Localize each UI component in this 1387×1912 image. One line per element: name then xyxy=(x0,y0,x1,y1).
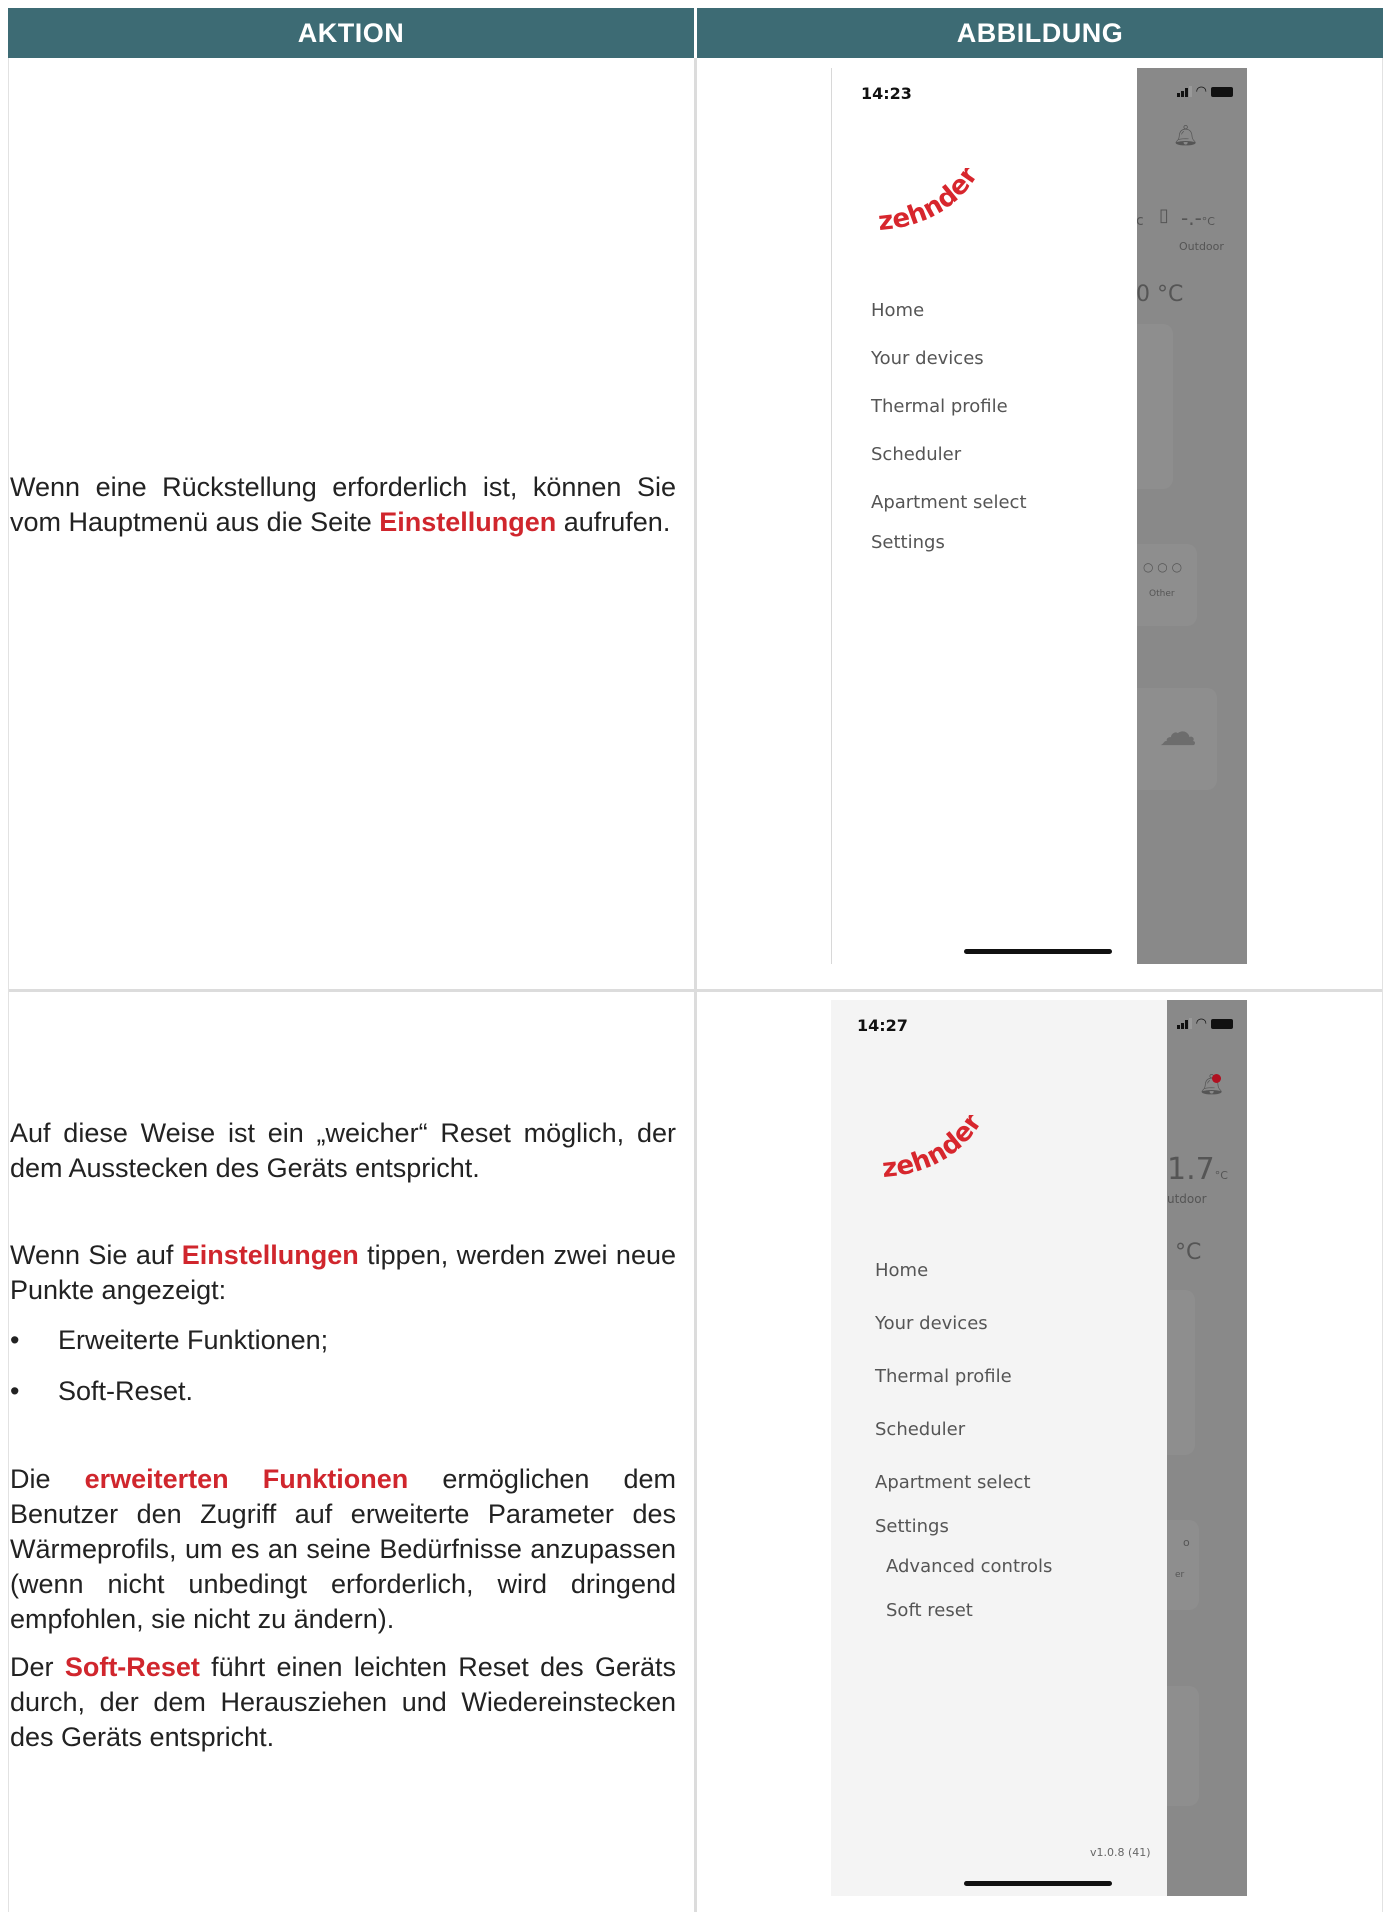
settings-highlight-2: Einstellungen xyxy=(181,1240,359,1270)
menu-item-home[interactable]: Home xyxy=(871,300,924,321)
zehnder-logo: zehnder xyxy=(881,1115,989,1184)
home-indicator[interactable] xyxy=(964,1881,1112,1886)
app-version: v1.0.8 (41) xyxy=(1090,1846,1151,1859)
row1-action-text: Wenn eine Rückstellung erforderlich ist,… xyxy=(10,470,676,540)
bg-dots: ○ ○ ○ xyxy=(1143,560,1183,574)
row1-paragraph: Wenn eine Rückstellung erforderlich ist,… xyxy=(10,472,676,537)
menu-item-your-devices[interactable]: Your devices xyxy=(871,348,984,369)
wifi-icon: ◠ xyxy=(1195,84,1207,99)
status-time: 14:23 xyxy=(861,84,912,103)
thermometer-icon: ▯ xyxy=(1159,205,1169,226)
submenu-item-advanced-controls[interactable]: Advanced controls xyxy=(886,1556,1052,1577)
menu-item-thermal-profile[interactable]: Thermal profile xyxy=(875,1366,1012,1387)
table-border-left xyxy=(8,58,9,1912)
bell-icon: 🔔︎ xyxy=(1199,1072,1225,1096)
table-border-right xyxy=(1382,58,1383,1912)
bullet-item-1: • Erweiterte Funktionen; xyxy=(10,1325,329,1355)
bg-temp-fragment: 0 °C xyxy=(1136,282,1184,307)
phone-screenshot-main-menu: 🔔︎ c ▯ -.-°C Outdoor 0 °C ○ ○ ○ Other ☁︎… xyxy=(831,68,1247,964)
submenu-item-soft-reset[interactable]: Soft reset xyxy=(886,1600,973,1621)
bullet-list: • Erweiterte Funktionen; • Soft-Reset. xyxy=(10,1321,676,1410)
bg-small-er: er xyxy=(1175,1570,1185,1580)
home-indicator[interactable] xyxy=(964,949,1112,954)
notification-dot xyxy=(1212,1074,1221,1083)
battery-icon xyxy=(1211,86,1233,97)
menu-item-thermal-profile[interactable]: Thermal profile xyxy=(871,396,1008,417)
row2-paragraph-1: Auf diese Weise ist ein „weicher“ Reset … xyxy=(10,1118,676,1183)
zehnder-logo: zehnder xyxy=(877,168,985,237)
column-divider xyxy=(694,58,697,1912)
advanced-functions-highlight: erweiterten Funktionen xyxy=(84,1464,409,1494)
wifi-icon: ◠ xyxy=(1195,1016,1207,1031)
bg-other-label: Other xyxy=(1149,589,1175,599)
row-divider xyxy=(8,989,1383,992)
svg-text:zehnder: zehnder xyxy=(881,1115,989,1184)
row2-paragraph-4: Der Soft-Reset führt einen leichten Rese… xyxy=(10,1652,676,1752)
status-icons: ◠ xyxy=(1176,84,1233,99)
row2-action-text: Auf diese Weise ist ein „weicher“ Reset … xyxy=(10,1116,676,1755)
menu-item-settings[interactable]: Settings xyxy=(875,1516,949,1537)
menu-item-scheduler[interactable]: Scheduler xyxy=(875,1419,965,1440)
phone-screenshot-settings-menu: 🔔︎ 1.7°C utdoor °C o er 14:27 ◠ zehnder … xyxy=(831,1000,1247,1896)
signal-icon xyxy=(1176,1018,1192,1029)
menu-item-apartment-select[interactable]: Apartment select xyxy=(871,492,1027,513)
row2-paragraph-2: Wenn Sie auf Einstellungen tippen, werde… xyxy=(10,1240,676,1305)
soft-reset-highlight: Soft-Reset xyxy=(64,1652,200,1682)
bg-outdoor-value: -.-°C xyxy=(1181,206,1215,230)
signal-icon xyxy=(1176,86,1192,97)
column-header-figure: ABBILDUNG xyxy=(697,8,1383,58)
bell-icon: 🔔︎ xyxy=(1173,123,1199,147)
menu-item-your-devices[interactable]: Your devices xyxy=(875,1313,988,1334)
row2-paragraph-3: Die erweiterten Funktionen ermöglichen d… xyxy=(10,1464,677,1634)
bg-outdoor-label: utdoor xyxy=(1167,1192,1207,1206)
cloud-icon: ☁︎ xyxy=(1159,710,1197,754)
svg-text:zehnder: zehnder xyxy=(877,168,985,237)
menu-item-apartment-select[interactable]: Apartment select xyxy=(875,1472,1031,1493)
bg-outdoor-label: Outdoor xyxy=(1179,240,1224,253)
menu-item-scheduler[interactable]: Scheduler xyxy=(871,444,961,465)
battery-icon xyxy=(1211,1018,1233,1029)
menu-item-home[interactable]: Home xyxy=(875,1260,928,1281)
bg-c-fragment: c xyxy=(1136,213,1144,229)
bullet-item-2: • Soft-Reset. xyxy=(10,1376,194,1406)
status-icons: ◠ xyxy=(1176,1016,1233,1031)
status-time: 14:27 xyxy=(857,1016,908,1035)
bg-outdoor-temp: 1.7°C xyxy=(1167,1152,1228,1187)
column-header-action: AKTION xyxy=(8,8,694,58)
bg-small-o: o xyxy=(1183,1536,1190,1549)
settings-highlight: Einstellungen xyxy=(379,507,557,537)
menu-item-settings[interactable]: Settings xyxy=(871,532,945,553)
bg-temp-fragment: °C xyxy=(1175,1240,1202,1265)
